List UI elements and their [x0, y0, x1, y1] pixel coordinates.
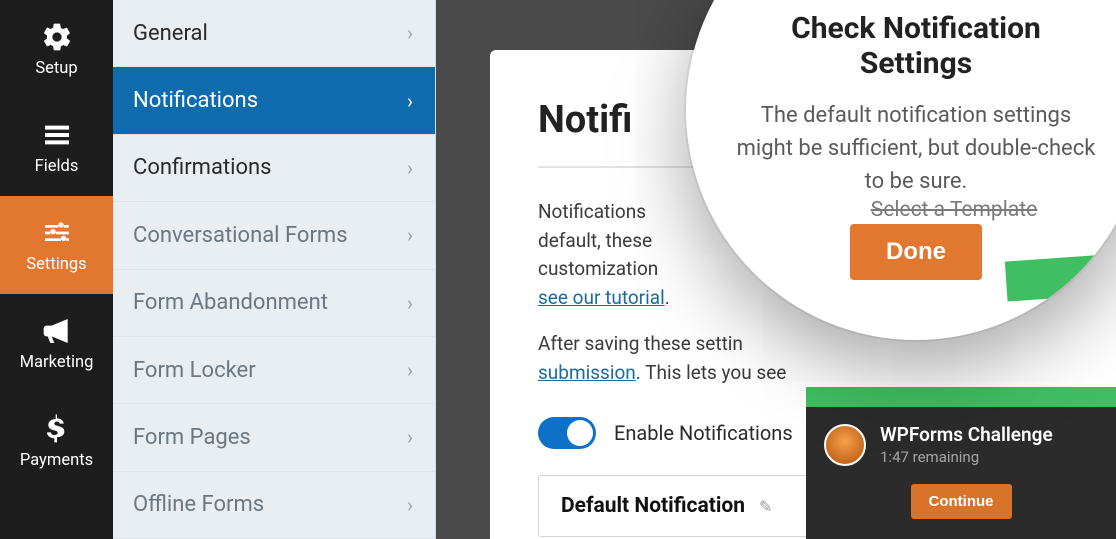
- sidebar-item-label: Offline Forms: [133, 492, 264, 517]
- sidebar-item-form-pages[interactable]: Form Pages ›: [113, 404, 435, 471]
- challenge-timer: 1:47 remaining: [880, 448, 1053, 466]
- iconbar-fields[interactable]: Fields: [0, 98, 113, 196]
- sidebar-item-conversational-forms[interactable]: Conversational Forms ›: [113, 202, 435, 269]
- sidebar-item-form-locker[interactable]: Form Locker ›: [113, 337, 435, 404]
- sidebar-item-general[interactable]: General ›: [113, 0, 435, 67]
- chevron-right-icon: ›: [407, 291, 413, 315]
- sidebar-item-label: Form Pages: [133, 425, 251, 450]
- iconbar-setup-label: Setup: [35, 59, 77, 78]
- sidebar-item-offline-forms[interactable]: Offline Forms ›: [113, 472, 435, 539]
- continue-button[interactable]: Continue: [911, 484, 1012, 519]
- tutorial-link[interactable]: see our tutorial: [538, 286, 665, 309]
- iconbar-fields-label: Fields: [35, 157, 79, 176]
- description-para-2: After saving these settin submission. Th…: [538, 330, 1072, 387]
- sidebar-item-label: Form Abandonment: [133, 290, 328, 315]
- enable-notifications-label: Enable Notifications: [614, 421, 793, 445]
- progress-bar: [806, 387, 1116, 407]
- sidebar-item-label: Confirmations: [133, 155, 272, 180]
- settings-sidebar: General › Notifications › Confirmations …: [113, 0, 436, 539]
- dollar-icon: [41, 413, 73, 445]
- sidebar-item-confirmations[interactable]: Confirmations ›: [113, 135, 435, 202]
- sliders-icon: [41, 217, 73, 249]
- icon-bar: Setup Fields Settings Marketing Payments: [0, 0, 113, 539]
- iconbar-marketing-label: Marketing: [20, 353, 94, 372]
- done-button[interactable]: Done: [850, 224, 982, 280]
- iconbar-setup[interactable]: Setup: [0, 0, 113, 98]
- avatar: [824, 424, 866, 466]
- chevron-right-icon: ›: [407, 358, 413, 382]
- list-icon: [41, 119, 73, 151]
- sidebar-item-label: Form Locker: [133, 358, 256, 383]
- iconbar-settings[interactable]: Settings: [0, 196, 113, 294]
- chevron-right-icon: ›: [407, 156, 413, 180]
- default-notification-title: Default Notification: [561, 494, 745, 518]
- gear-icon: [41, 21, 73, 53]
- tooltip-body: The default notification settings might …: [736, 99, 1096, 198]
- sidebar-item-label: General: [133, 21, 208, 46]
- sidebar-item-notifications[interactable]: Notifications ›: [113, 67, 435, 134]
- iconbar-payments[interactable]: Payments: [0, 392, 113, 490]
- sidebar-item-label: Conversational Forms: [133, 223, 348, 248]
- bullhorn-icon: [41, 315, 73, 347]
- iconbar-payments-label: Payments: [20, 451, 93, 470]
- challenge-widget: WPForms Challenge 1:47 remaining Continu…: [806, 387, 1116, 539]
- progress-bar-slice: [1005, 250, 1116, 301]
- chevron-right-icon: ›: [407, 223, 413, 247]
- tooltip-title: Check Notification Settings: [736, 11, 1096, 81]
- challenge-body: WPForms Challenge 1:47 remaining Continu…: [806, 407, 1116, 539]
- iconbar-marketing[interactable]: Marketing: [0, 294, 113, 392]
- main-area: Notifi Notifications default, these cust…: [436, 0, 1116, 539]
- chevron-right-icon: ›: [407, 89, 413, 113]
- sidebar-item-form-abandonment[interactable]: Form Abandonment ›: [113, 270, 435, 337]
- challenge-title: WPForms Challenge: [880, 423, 1053, 446]
- pencil-icon[interactable]: ✎: [759, 497, 772, 516]
- sidebar-item-label: Notifications: [133, 88, 258, 113]
- chevron-right-icon: ›: [407, 21, 413, 45]
- iconbar-settings-label: Settings: [26, 255, 86, 274]
- submission-link[interactable]: submission: [538, 361, 636, 384]
- chevron-right-icon: ›: [407, 425, 413, 449]
- chevron-right-icon: ›: [407, 493, 413, 517]
- enable-notifications-toggle[interactable]: [538, 417, 596, 449]
- step-select-template: Select a Template: [786, 198, 1116, 222]
